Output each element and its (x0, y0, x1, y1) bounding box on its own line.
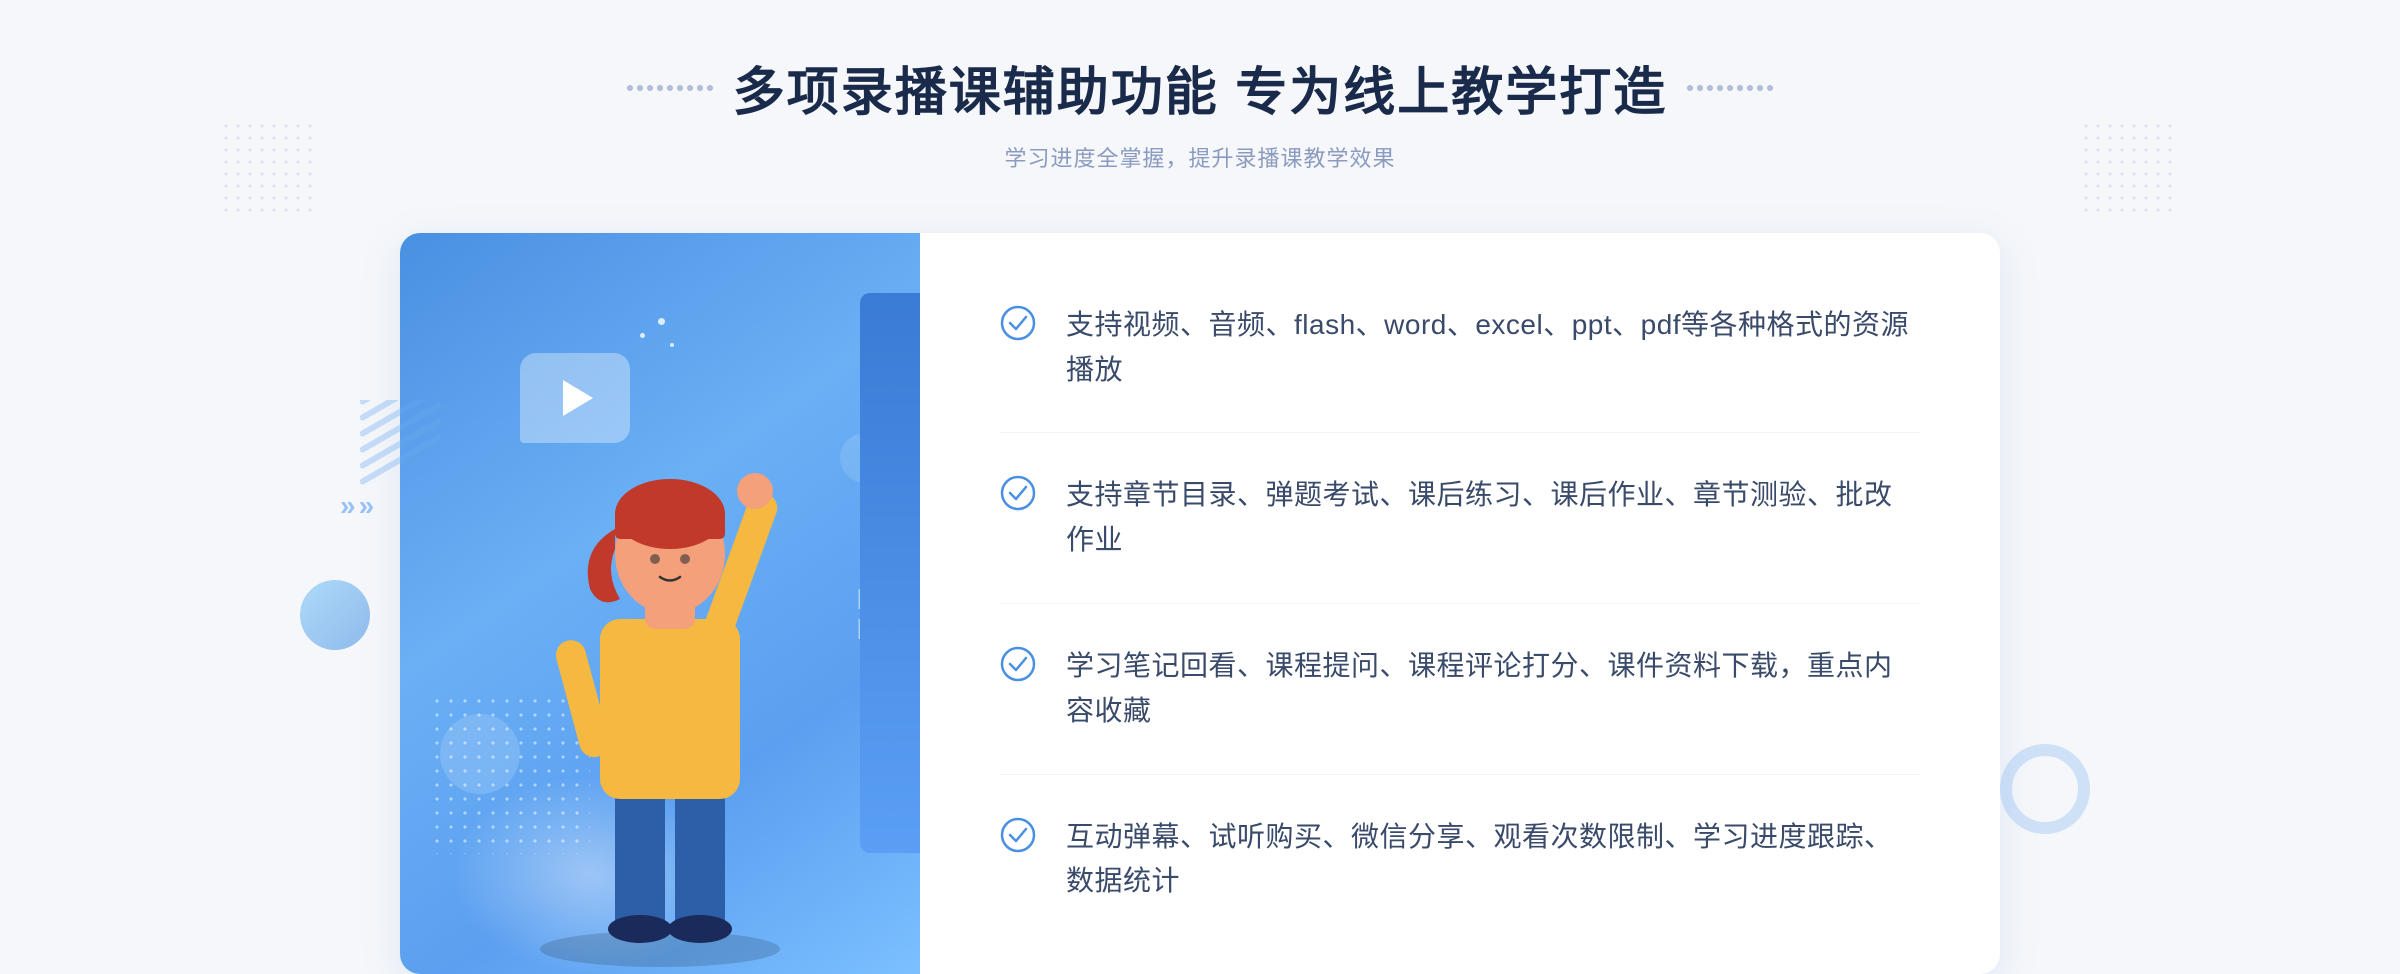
check-icon-3 (1000, 646, 1036, 682)
feature-text-1: 支持视频、音频、flash、word、excel、ppt、pdf等各种格式的资源… (1066, 303, 1920, 393)
title-decorator-left (627, 85, 713, 91)
feature-item-3: 学习笔记回看、课程提问、课程评论打分、课件资料下载，重点内容收藏 (1000, 604, 1920, 775)
small-circle-left (300, 580, 370, 650)
header-title-row: 多项录播课辅助功能 专为线上教学打造 (627, 50, 1773, 125)
features-area: 支持视频、音频、flash、word、excel、ppt、pdf等各种格式的资源… (920, 233, 2000, 974)
arrow-row-1: » » (340, 490, 374, 522)
figure-container (460, 409, 920, 974)
feature-text-2: 支持章节目录、弹题考试、课后练习、课后作业、章节测验、批改作业 (1066, 473, 1920, 563)
dot-pattern-topright (2080, 120, 2180, 220)
dot-pattern-topleft (220, 120, 320, 220)
chevron-left-icon-2: » (359, 490, 375, 522)
feature-item-4: 互动弹幕、试听购买、微信分享、观看次数限制、学习进度跟踪、数据统计 (1000, 775, 1920, 945)
blue-panel-accent (860, 293, 920, 853)
subtitle: 学习进度全掌握，提升录播课教学效果 (1004, 141, 1395, 173)
title-decorator-right (1687, 85, 1773, 91)
deco-circle-small (440, 714, 520, 794)
header-section: 多项录播课辅助功能 专为线上教学打造 学习进度全掌握，提升录播课教学效果 (627, 50, 1773, 173)
deco-circle-right (2000, 744, 2090, 834)
feature-item-2: 支持章节目录、弹题考试、课后练习、课后作业、章节测验、批改作业 (1000, 433, 1920, 604)
illustration-area (400, 233, 920, 974)
feature-item-1: 支持视频、音频、flash、word、excel、ppt、pdf等各种格式的资源… (1000, 263, 1920, 434)
check-icon-2 (1000, 475, 1036, 511)
chevron-left-icon-1: » (340, 490, 356, 522)
content-card: 支持视频、音频、flash、word、excel、ppt、pdf等各种格式的资源… (400, 233, 2000, 974)
main-title: 多项录播课辅助功能 专为线上教学打造 (733, 50, 1667, 125)
page-wrapper: 多项录播课辅助功能 专为线上教学打造 学习进度全掌握，提升录播课教学效果 (0, 0, 2400, 974)
left-arrows: » » (340, 490, 374, 522)
feature-text-4: 互动弹幕、试听购买、微信分享、观看次数限制、学习进度跟踪、数据统计 (1066, 815, 1920, 905)
feature-text-3: 学习笔记回看、课程提问、课程评论打分、课件资料下载，重点内容收藏 (1066, 644, 1920, 734)
check-icon-4 (1000, 817, 1036, 853)
check-icon-1 (1000, 305, 1036, 341)
